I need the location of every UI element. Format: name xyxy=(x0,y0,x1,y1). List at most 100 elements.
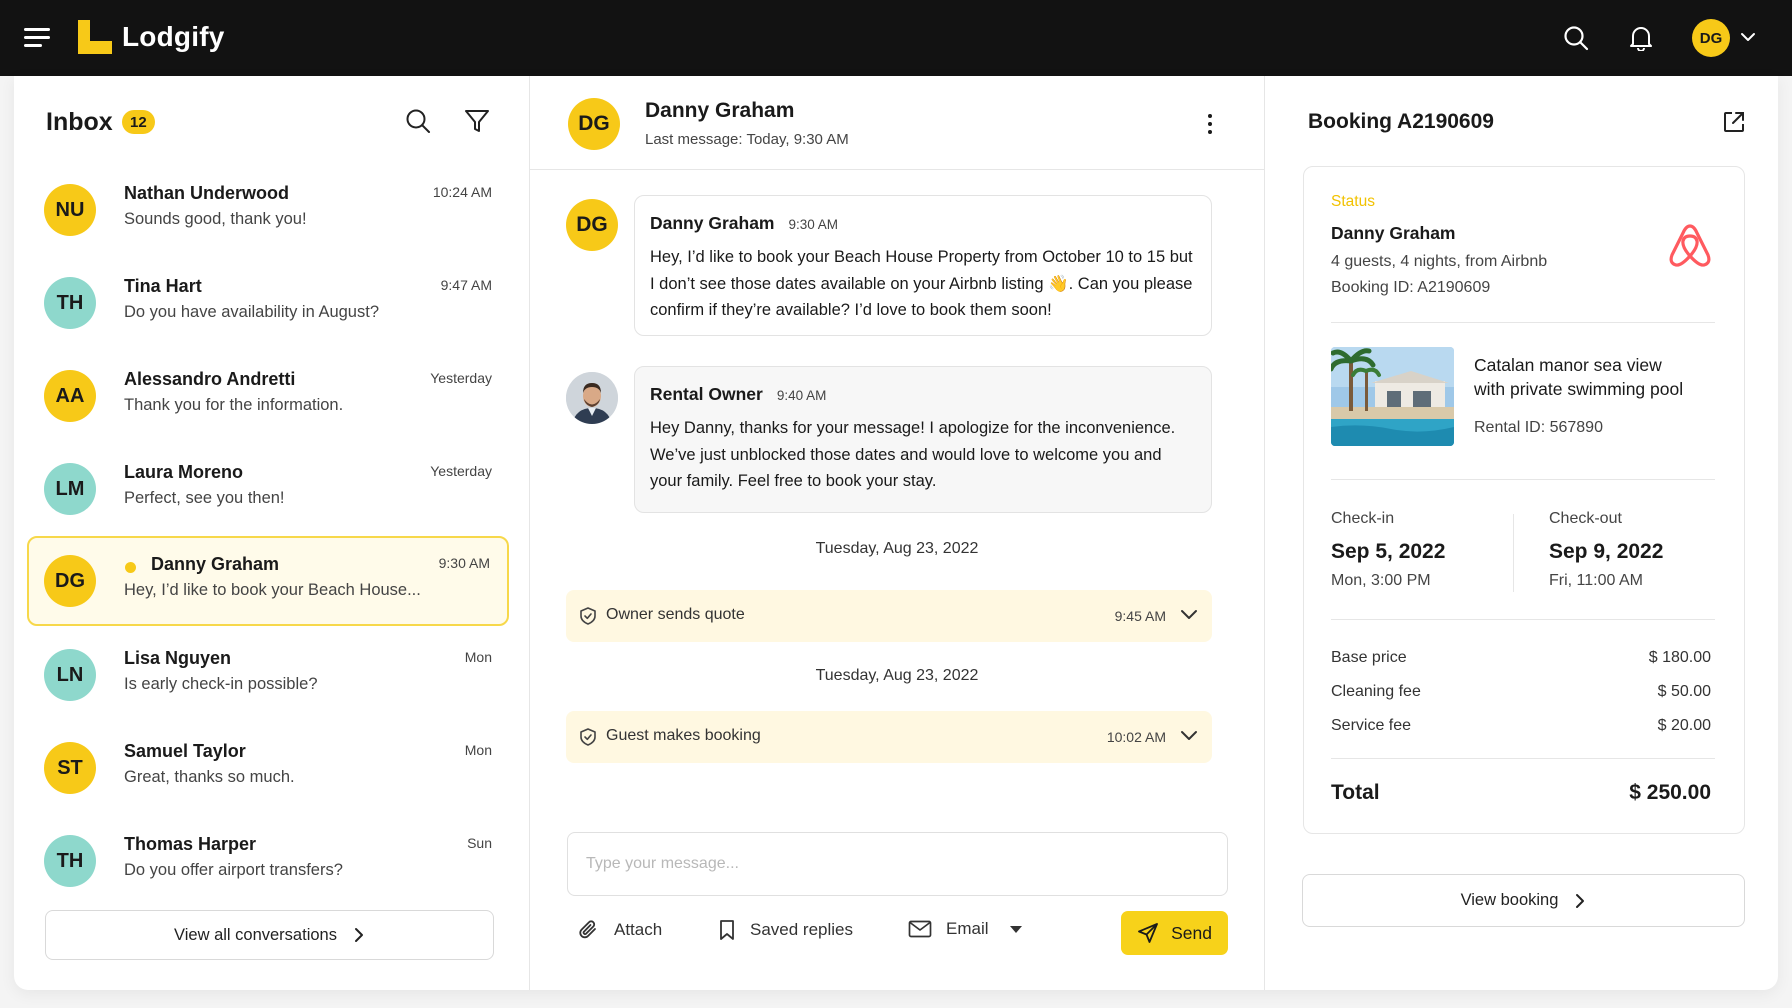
conversation-preview: Perfect, see you then! xyxy=(124,489,285,507)
conversation-item[interactable]: NU Nathan Underwood Sounds good, thank you… xyxy=(28,166,510,254)
conversation-name: Thomas Harper xyxy=(124,834,257,854)
user-avatar[interactable]: DG xyxy=(1692,19,1730,57)
attach-label: Attach xyxy=(614,920,663,939)
conversation-time: Mon xyxy=(464,742,492,758)
conversation-avatar: TH xyxy=(44,835,96,887)
saved-replies-button[interactable]: Saved replies xyxy=(718,919,853,941)
date-separator: Tuesday, Aug 23, 2022 xyxy=(815,667,979,684)
unread-dot xyxy=(125,562,136,573)
contact-avatar[interactable]: DG xyxy=(568,98,620,150)
fee-row-service-fee: Service fee $ 20.00 xyxy=(1331,717,1711,735)
bell-icon[interactable] xyxy=(1625,22,1657,54)
conversation-name: Danny Graham xyxy=(151,554,280,574)
fee-row-base-price: Base price $ 180.00 xyxy=(1331,649,1711,667)
message-sender: Rental Owner xyxy=(650,384,763,404)
conversation-preview: Do you offer airport transfers? xyxy=(124,861,343,879)
conversation-avatar: NU xyxy=(44,184,96,236)
conversation-preview: Hey, I’d like to book your Beach House..… xyxy=(124,581,421,599)
conversation-time: Yesterday xyxy=(430,463,492,479)
conversation-avatar: LM xyxy=(44,463,96,515)
total-amount: $ 250.00 xyxy=(1629,781,1711,804)
conversation-item[interactable]: LN Lisa Nguyen Is early check-in possible?… xyxy=(28,631,510,719)
conversation-name: Lisa Nguyen xyxy=(124,648,232,668)
view-booking-label: View booking xyxy=(1460,891,1559,909)
chevron-down-icon[interactable] xyxy=(1180,729,1198,743)
booking-id: Booking ID: A2190609 xyxy=(1331,279,1491,296)
view-all-conversations-button[interactable]: View all conversations xyxy=(45,910,494,960)
fee-amount: $ 180.00 xyxy=(1648,649,1711,666)
event-time: 9:45 AM xyxy=(1114,608,1166,624)
conversation-item[interactable]: ST Samuel Taylor Great, thanks so much. Mon xyxy=(28,724,510,812)
filter-icon[interactable] xyxy=(461,105,493,137)
event-guest-makes-booking[interactable]: Guest makes booking 10:02 AM xyxy=(566,711,1212,763)
event-time: 10:02 AM xyxy=(1106,729,1166,745)
brand-name: Lodgify xyxy=(122,21,225,52)
guest-message: Danny Graham 9:30 AM Hey, I’d like to bo… xyxy=(634,195,1212,336)
fee-amount: $ 20.00 xyxy=(1657,717,1711,734)
booking-guest-name: Danny Graham xyxy=(1331,223,1456,243)
airbnb-icon xyxy=(1665,220,1715,273)
booking-title: Booking A2190609 xyxy=(1308,110,1494,133)
message-time: 9:30 AM xyxy=(788,217,839,232)
chevron-right-icon xyxy=(354,928,363,942)
chevron-down-icon[interactable] xyxy=(1739,28,1757,51)
brand-logo[interactable]: Lodgify xyxy=(78,20,225,54)
chevron-right-icon xyxy=(1576,893,1585,908)
search-icon[interactable] xyxy=(1560,22,1592,54)
checkout-label: Check-out xyxy=(1549,510,1622,527)
conversation-name: Tina Hart xyxy=(124,276,202,296)
property-name-line1: Catalan manor sea view xyxy=(1474,355,1662,375)
more-options-icon[interactable] xyxy=(1196,110,1224,138)
conversation-time: Sun xyxy=(467,835,492,851)
message-sender: Danny Graham xyxy=(650,213,775,233)
conversation-name: Nathan Underwood xyxy=(124,183,289,203)
conversation-item[interactable]: TH Tina Hart Do you have availability in A… xyxy=(28,259,510,347)
paperclip-icon xyxy=(579,920,596,939)
checkin-label: Check-in xyxy=(1331,510,1395,527)
message-text: Hey, I’d like to book your Beach House P… xyxy=(650,248,1193,319)
view-booking-button[interactable]: View booking xyxy=(1302,874,1745,927)
checkout-time: Fri, 11:00 AM xyxy=(1549,572,1643,589)
send-label: Send xyxy=(1171,922,1212,943)
attach-button[interactable]: Attach xyxy=(578,919,662,941)
search-icon[interactable] xyxy=(402,105,434,137)
owner-avatar xyxy=(566,372,618,424)
conversation-avatar: LN xyxy=(44,649,96,701)
fee-amount: $ 50.00 xyxy=(1657,683,1711,700)
fee-label: Base price xyxy=(1331,649,1407,666)
owner-message: Rental Owner 9:40 AM Hey Danny, thanks f… xyxy=(634,366,1212,513)
guest-summary: 4 guests, 4 nights, from Airbnb xyxy=(1331,253,1548,270)
message-text: Hey Danny, thanks for your message! I ap… xyxy=(650,419,1176,490)
external-link-icon[interactable] xyxy=(1718,106,1750,138)
menu-icon[interactable] xyxy=(24,27,50,49)
channel-select[interactable]: Email xyxy=(908,919,1023,939)
conversation-item[interactable]: LM Laura Moreno Perfect, see you then! Yest… xyxy=(28,445,510,533)
conversation-preview: Do you have availability in August? xyxy=(124,303,379,321)
conversation-preview: Great, thanks so much. xyxy=(124,768,295,786)
fee-label: Service fee xyxy=(1331,717,1412,734)
checkin-time: Mon, 3:00 PM xyxy=(1331,572,1431,589)
conversation-name: Laura Moreno xyxy=(124,462,244,482)
conversation-preview: Sounds good, thank you! xyxy=(124,210,307,228)
conversation-item[interactable]: AA Alessandro Andretti Thank you for the i… xyxy=(28,352,510,440)
conversation-time: 9:30 AM xyxy=(438,555,490,571)
last-message-time: Last message: Today, 9:30 AM xyxy=(645,131,849,148)
message-input[interactable] xyxy=(567,832,1228,896)
property-name-line2: with private swimming pool xyxy=(1474,379,1684,399)
lodgify-logo-icon xyxy=(78,20,112,54)
message-time: 9:40 AM xyxy=(776,388,827,403)
fee-row-cleaning-fee: Cleaning fee $ 50.00 xyxy=(1331,683,1711,701)
conversation-avatar: AA xyxy=(44,370,96,422)
conversation-item[interactable]: DG Danny Graham Hey, I’d like to book your… xyxy=(27,536,509,626)
conversation-avatar: TH xyxy=(44,277,96,329)
divider xyxy=(1331,322,1715,323)
conversation-avatar: ST xyxy=(44,742,96,794)
divider xyxy=(1331,758,1715,759)
saved-replies-label: Saved replies xyxy=(750,920,854,939)
conversation-item[interactable]: TH Thomas Harper Do you offer airport tran… xyxy=(28,817,510,905)
send-button[interactable]: Send xyxy=(1121,911,1228,955)
shield-icon xyxy=(580,607,596,625)
event-owner-sends-quote[interactable]: Owner sends quote 9:45 AM xyxy=(566,590,1212,642)
chevron-down-icon[interactable] xyxy=(1180,608,1198,622)
chat-header-divider xyxy=(530,169,1264,170)
